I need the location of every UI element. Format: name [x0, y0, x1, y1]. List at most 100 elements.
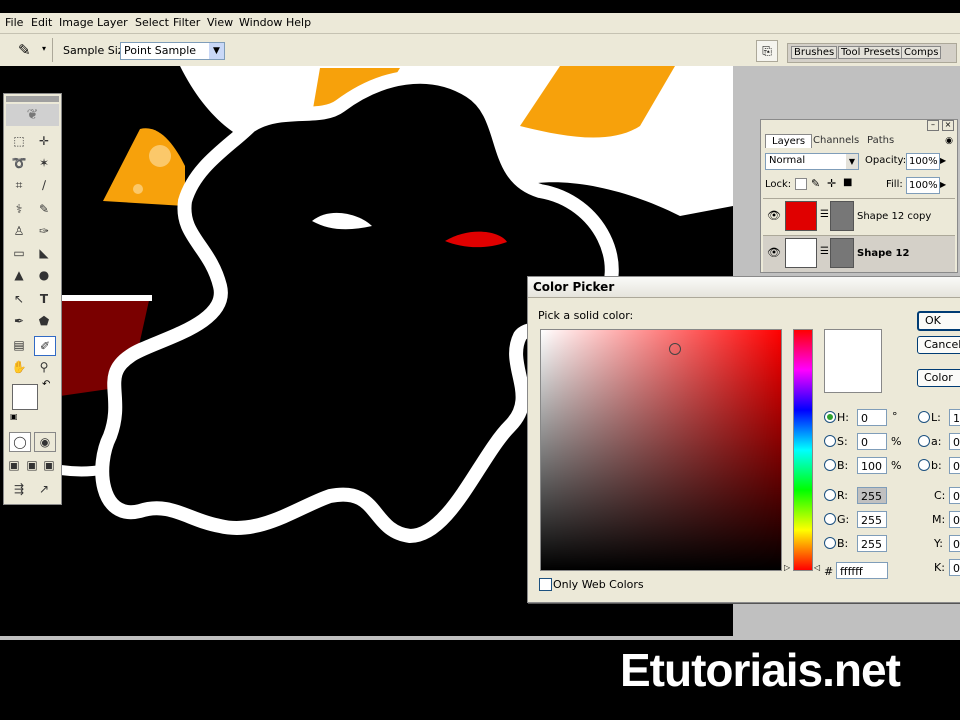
close-icon[interactable]: ×	[942, 120, 954, 131]
dodge-icon[interactable]: ●	[34, 266, 54, 284]
chevron-right-icon[interactable]: ▶	[940, 156, 946, 165]
tab-layers[interactable]: Layers	[765, 134, 813, 148]
menu-file[interactable]: File	[5, 16, 23, 29]
color-selector-circle[interactable]	[669, 343, 681, 355]
standard-mode-icon[interactable]: ◯	[9, 432, 31, 452]
tab-paths[interactable]: Paths	[867, 135, 894, 146]
tab-channels[interactable]: Channels	[813, 135, 859, 146]
color-libraries-button[interactable]: Color Libraries	[917, 369, 960, 387]
menu-help[interactable]: Help	[286, 16, 311, 29]
type-icon[interactable]: T	[34, 290, 54, 308]
jump-to-icon[interactable]: ↗	[34, 480, 54, 498]
lock-position-icon[interactable]: ✛	[827, 177, 836, 190]
move-icon[interactable]: ✛	[34, 132, 54, 150]
hand-icon[interactable]: ✋	[9, 358, 29, 376]
file-browser-icon[interactable]: ⎘	[756, 40, 778, 62]
chevron-down-icon[interactable]: ▼	[846, 154, 858, 169]
eyedropper-tool-icon[interactable]: ✐	[34, 336, 56, 356]
black-input[interactable]: 0	[949, 559, 960, 576]
hex-input[interactable]: ffffff	[836, 562, 888, 579]
marquee-icon[interactable]: ⬚	[9, 132, 29, 150]
radio-saturation[interactable]	[824, 435, 836, 447]
radio-b-lab[interactable]	[918, 459, 930, 471]
blur-icon[interactable]: ▲	[9, 266, 29, 284]
cyan-input[interactable]: 0	[949, 487, 960, 504]
menu-edit[interactable]: Edit	[31, 16, 52, 29]
saturation-input[interactable]: 0	[857, 433, 887, 450]
radio-brightness[interactable]	[824, 459, 836, 471]
menu-window[interactable]: Window	[239, 16, 282, 29]
lock-pixels-icon[interactable]: ✎	[811, 177, 820, 190]
green-input[interactable]: 255	[857, 511, 887, 528]
blue-input[interactable]: 255	[857, 535, 887, 552]
lightness-input[interactable]: 100	[949, 409, 960, 426]
menu-select[interactable]: Select	[135, 16, 169, 29]
red-input[interactable]: 255	[857, 487, 887, 504]
hue-input[interactable]: 0	[857, 409, 887, 426]
brightness-input[interactable]: 100	[857, 457, 887, 474]
lasso-icon[interactable]: ➰	[9, 154, 29, 172]
layer-row[interactable]: 👁 ☰ Shape 12 copy	[763, 198, 955, 235]
layer-row-selected[interactable]: 👁 ☰ Shape 12	[763, 235, 955, 272]
chevron-down-icon[interactable]: ▾	[42, 44, 46, 53]
magic-wand-icon[interactable]: ✶	[34, 154, 54, 172]
saturation-brightness-field[interactable]	[540, 329, 782, 571]
paint-bucket-icon[interactable]: ◣	[34, 244, 54, 262]
history-brush-icon[interactable]: ✑	[34, 222, 54, 240]
default-colors-icon[interactable]: ▣	[10, 412, 18, 421]
brush-icon[interactable]: ✎	[34, 200, 54, 218]
swap-colors-icon[interactable]: ↶	[42, 379, 50, 390]
radio-red[interactable]	[824, 489, 836, 501]
sample-size-select[interactable]: Point Sample ▼	[120, 42, 225, 60]
a-input[interactable]: 0	[949, 433, 960, 450]
path-select-icon[interactable]: ↖	[9, 290, 29, 308]
minimize-icon[interactable]: –	[927, 120, 939, 131]
opacity-input[interactable]: 100%	[906, 153, 940, 170]
slice-icon[interactable]: ∕	[34, 176, 54, 194]
panel-menu-icon[interactable]: ◉	[945, 136, 953, 146]
blend-mode-select[interactable]: Normal ▼	[765, 153, 859, 170]
zoom-icon[interactable]: ⚲	[34, 358, 54, 376]
hue-slider[interactable]	[793, 329, 813, 571]
radio-a[interactable]	[918, 435, 930, 447]
only-web-colors-checkbox[interactable]	[539, 578, 552, 591]
slider-arrow-right-icon[interactable]: ◁	[814, 563, 820, 572]
foreground-color-swatch[interactable]	[12, 384, 38, 410]
slider-arrow-left-icon[interactable]: ▷	[784, 563, 790, 572]
screen-mode-menu-icon[interactable]: ▣	[25, 456, 39, 474]
custom-shape-icon[interactable]: ⬟	[34, 312, 54, 330]
chevron-right-icon[interactable]: ▶	[940, 180, 946, 189]
screen-mode-standard-icon[interactable]: ▣	[7, 456, 21, 474]
menu-filter[interactable]: Filter	[173, 16, 200, 29]
cancel-button[interactable]: Cancel	[917, 336, 960, 354]
fill-input[interactable]: 100%	[906, 177, 940, 194]
quick-mask-icon[interactable]: ◉	[34, 432, 56, 452]
screen-mode-full-icon[interactable]: ▣	[42, 456, 56, 474]
magenta-input[interactable]: 0	[949, 511, 960, 528]
ok-button[interactable]: OK	[917, 311, 960, 331]
crop-icon[interactable]: ⌗	[9, 176, 29, 194]
tab-brushes[interactable]: Brushes	[791, 46, 838, 59]
clone-stamp-icon[interactable]: ♙	[9, 222, 29, 240]
feather-icon[interactable]: ❦	[6, 104, 59, 126]
yellow-input[interactable]: 0	[949, 535, 960, 552]
lock-all-icon[interactable]: ■	[843, 177, 852, 188]
lock-transparency-icon[interactable]	[795, 178, 807, 190]
b-lab-input[interactable]: 0	[949, 457, 960, 474]
tab-comps[interactable]: Comps	[901, 46, 942, 59]
chevron-down-icon[interactable]: ▼	[209, 43, 224, 59]
pen-icon[interactable]: ✒	[9, 312, 29, 330]
healing-brush-icon[interactable]: ⚕	[9, 200, 29, 218]
radio-lightness[interactable]	[918, 411, 930, 423]
notes-icon[interactable]: ▤	[9, 336, 29, 354]
menu-image[interactable]: Image	[59, 16, 93, 29]
imageready-icon[interactable]: ⇶	[9, 480, 29, 498]
radio-blue[interactable]	[824, 537, 836, 549]
eyedropper-icon[interactable]: ✎	[18, 41, 31, 59]
radio-green[interactable]	[824, 513, 836, 525]
radio-hue[interactable]	[824, 411, 836, 423]
menu-layer[interactable]: Layer	[97, 16, 128, 29]
eraser-icon[interactable]: ▭	[9, 244, 29, 262]
visibility-eye-icon[interactable]: 👁	[767, 246, 781, 259]
menu-view[interactable]: View	[207, 16, 233, 29]
